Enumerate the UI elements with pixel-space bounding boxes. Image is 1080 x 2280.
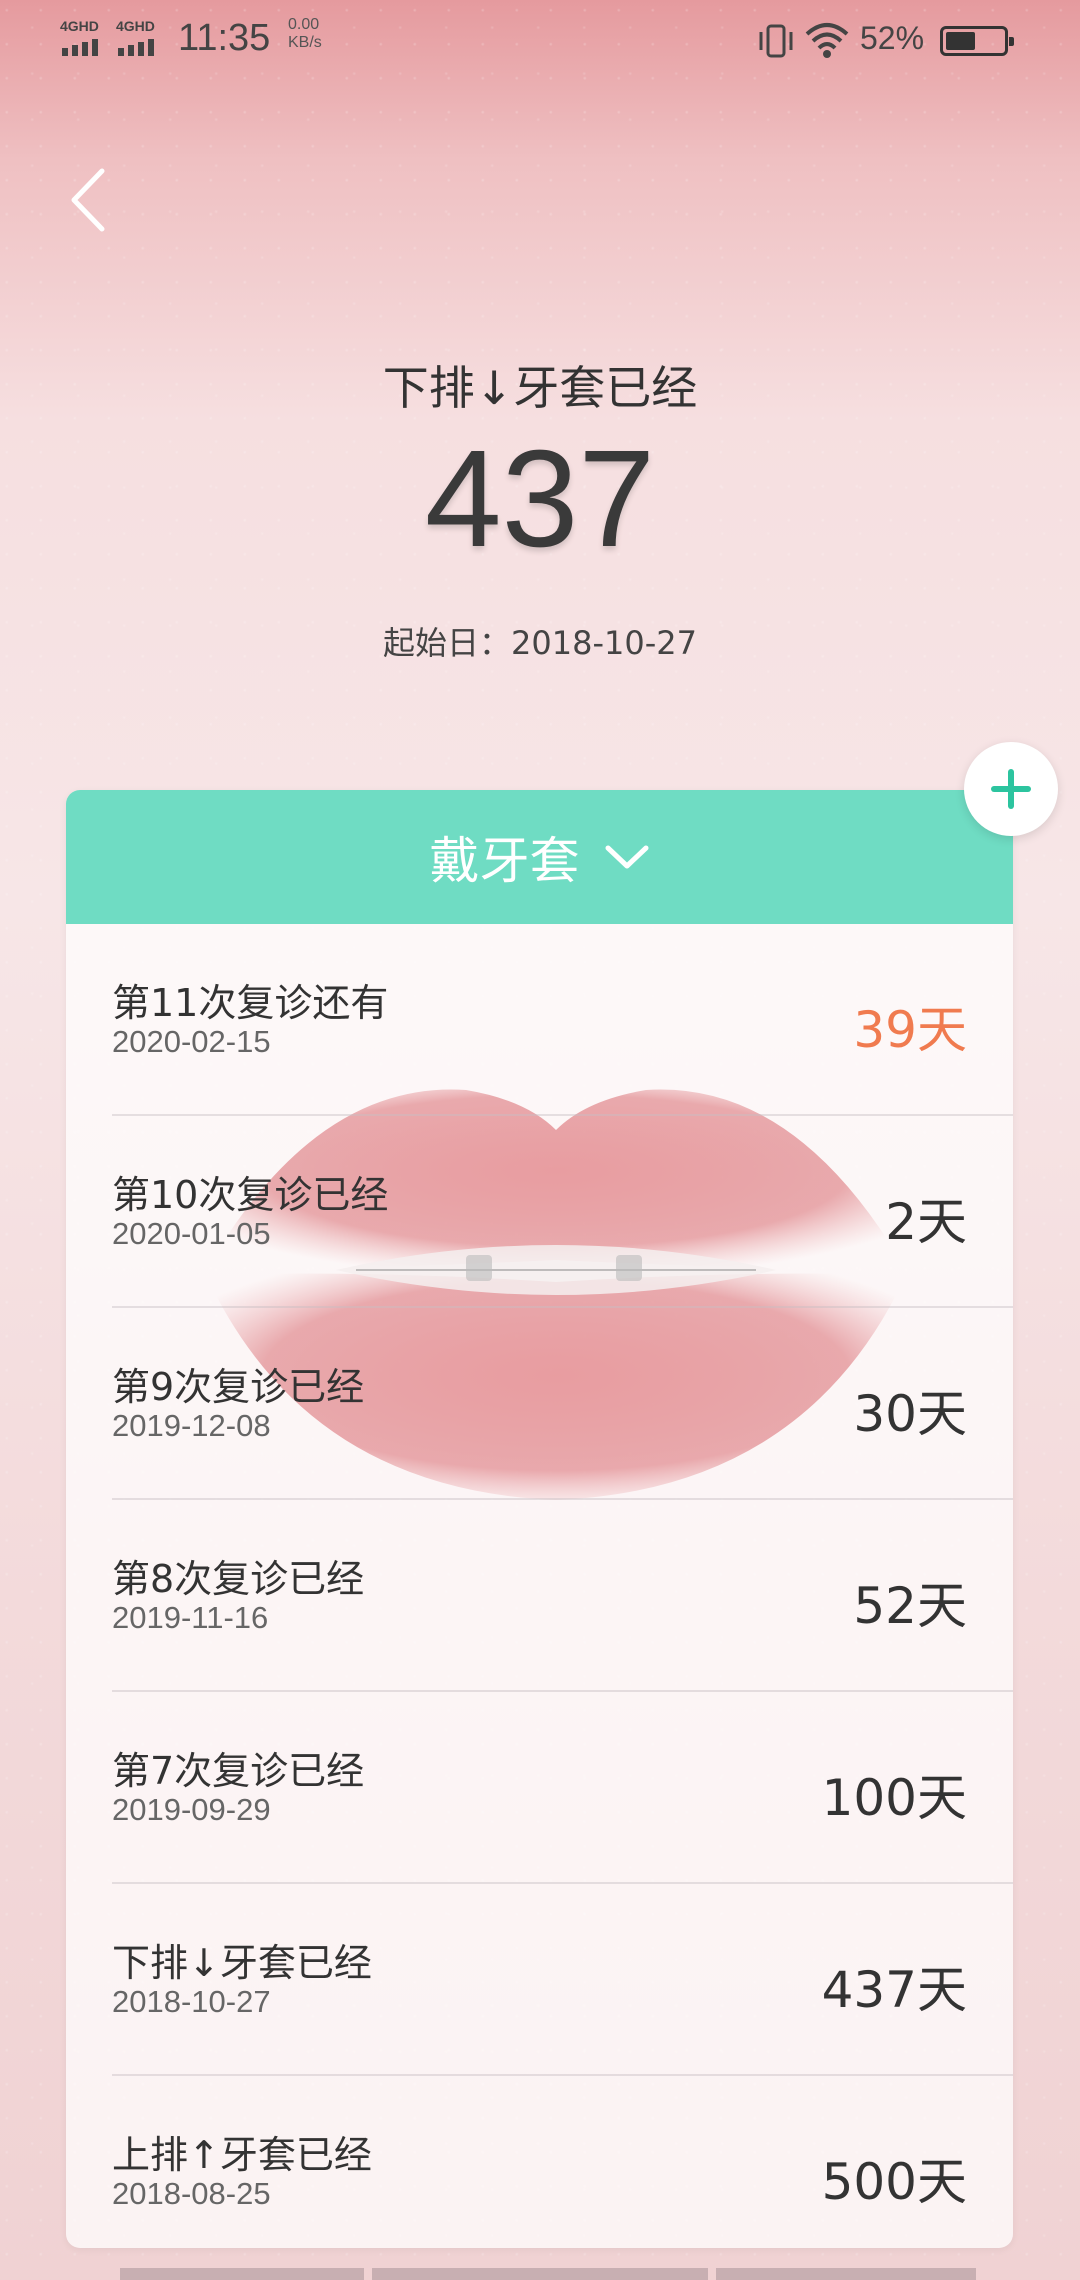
hero-title: 下排↓牙套已经 bbox=[382, 361, 698, 415]
row-days: 2天 bbox=[885, 1193, 967, 1251]
category-label: 戴牙套 bbox=[429, 832, 580, 890]
appointment-row[interactable]: 下排↓牙套已经 2018-10-27 437天 bbox=[112, 1884, 1013, 2076]
status-bar: 4GHD 4GHD 11:35 0.00 KB/s 52% bbox=[0, 0, 1080, 80]
vibrate-icon bbox=[759, 24, 793, 58]
row-title: 第7次复诊已经 bbox=[112, 1749, 365, 1793]
row-date: 2019-11-16 bbox=[112, 1600, 269, 1635]
appointment-card: 戴牙套 第11次复诊还有 2020-02-15 39天第10次复诊已经 2020-01… bbox=[66, 790, 1013, 2248]
category-selector[interactable]: 戴牙套 bbox=[66, 790, 1013, 924]
row-date: 2020-01-05 bbox=[112, 1216, 271, 1251]
row-days: 30天 bbox=[853, 1385, 967, 1443]
row-date: 2019-09-29 bbox=[112, 1792, 271, 1827]
hero-day-count: 437 bbox=[424, 422, 656, 576]
battery-percent: 52% bbox=[860, 20, 925, 56]
status-time: 11:35 bbox=[178, 17, 271, 59]
row-date: 2018-08-25 bbox=[112, 2176, 271, 2211]
row-days: 500天 bbox=[821, 2153, 967, 2211]
row-days: 39天 bbox=[853, 1001, 967, 1059]
row-title: 第11次复诊还有 bbox=[112, 981, 389, 1025]
network-speed-unit: KB/s bbox=[288, 34, 322, 51]
row-days: 100天 bbox=[821, 1769, 967, 1827]
back-button[interactable] bbox=[60, 165, 120, 235]
row-title: 第10次复诊已经 bbox=[112, 1173, 389, 1217]
bottom-scroll-hint bbox=[120, 2268, 976, 2280]
row-title: 上排↑牙套已经 bbox=[112, 2133, 372, 2177]
appointment-row[interactable]: 第9次复诊已经 2019-12-08 30天 bbox=[112, 1308, 1013, 1500]
row-date: 2020-02-15 bbox=[112, 1024, 271, 1059]
battery-icon bbox=[940, 26, 1014, 56]
row-days: 437天 bbox=[821, 1961, 967, 2019]
row-date: 2019-12-08 bbox=[112, 1408, 271, 1443]
chevron-left-icon bbox=[71, 168, 105, 232]
row-title: 第8次复诊已经 bbox=[112, 1557, 365, 1601]
appointment-row[interactable]: 第8次复诊已经 2019-11-16 52天 bbox=[112, 1500, 1013, 1692]
signal-strength-icon: 4GHD bbox=[116, 18, 164, 58]
appointment-row[interactable]: 第10次复诊已经 2020-01-05 2天 bbox=[112, 1116, 1013, 1308]
signal-strength-icon: 4GHD bbox=[60, 18, 108, 58]
row-date: 2018-10-27 bbox=[112, 1984, 271, 2019]
appointment-row[interactable]: 第7次复诊已经 2019-09-29 100天 bbox=[112, 1692, 1013, 1884]
signal-label: 4GHD bbox=[60, 18, 99, 34]
network-speed-value: 0.00 bbox=[288, 16, 320, 33]
network-speed: 0.00 KB/s bbox=[288, 16, 322, 52]
row-days: 52天 bbox=[853, 1577, 967, 1635]
add-button[interactable] bbox=[964, 742, 1058, 836]
appointment-row[interactable]: 上排↑牙套已经 2018-08-25 500天 bbox=[112, 2076, 1013, 2248]
appointment-row[interactable]: 第11次复诊还有 2020-02-15 39天 bbox=[112, 924, 1013, 1116]
row-title: 下排↓牙套已经 bbox=[112, 1941, 372, 1985]
signal-label: 4GHD bbox=[116, 18, 155, 34]
wifi-icon bbox=[805, 23, 849, 58]
hero-start-date: 起始日：2018-10-27 bbox=[383, 624, 697, 662]
chevron-down-icon bbox=[605, 845, 648, 869]
plus-icon bbox=[991, 769, 1031, 809]
row-title: 第9次复诊已经 bbox=[112, 1365, 365, 1409]
